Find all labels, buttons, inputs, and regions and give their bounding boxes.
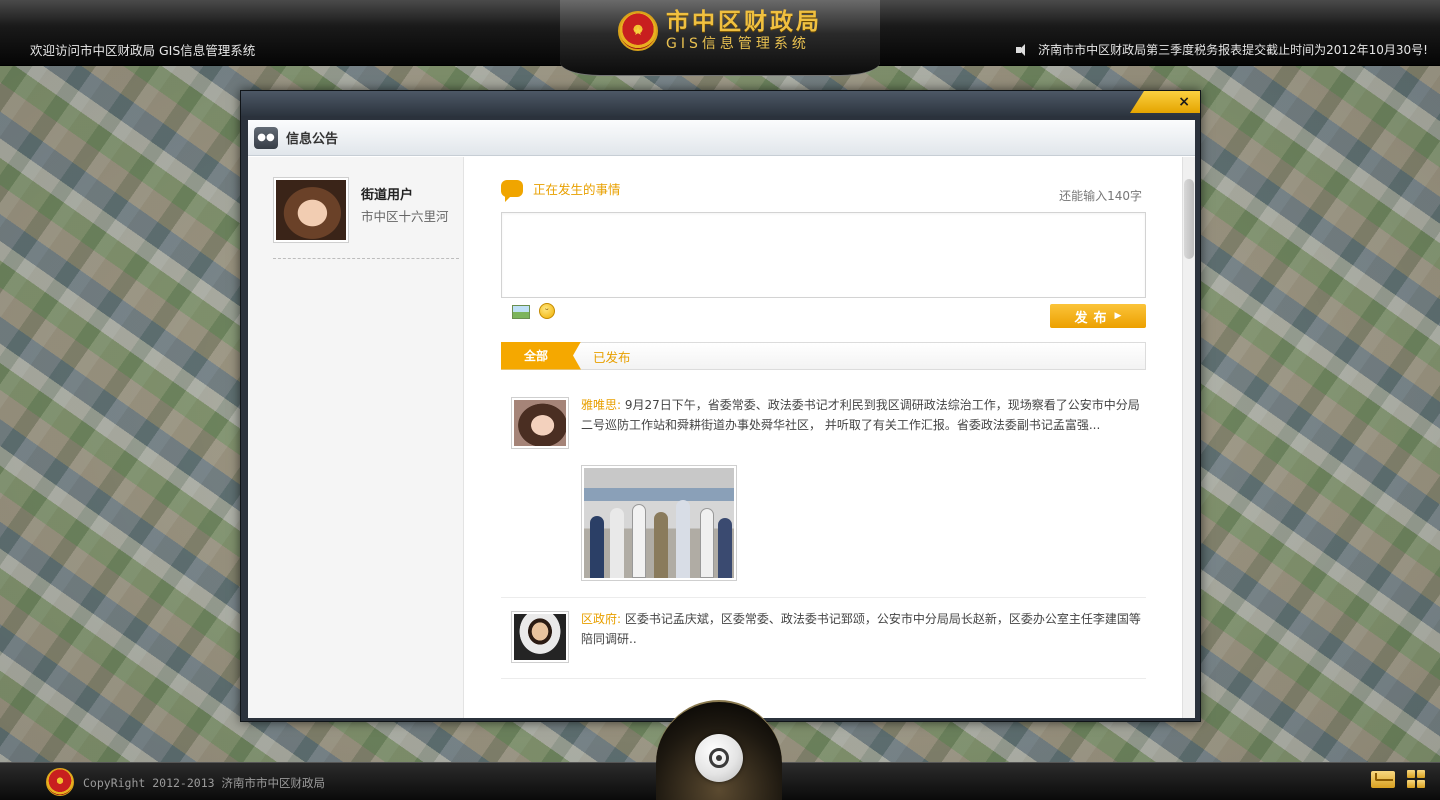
target-icon — [709, 748, 729, 768]
user-avatar[interactable] — [273, 177, 349, 243]
user-profile: 街道用户 市中区十六里河 — [273, 177, 459, 259]
insert-image-icon[interactable] — [512, 305, 530, 319]
notice-marquee[interactable]: 济南市市中区财政局第三季度税务报表提交截止时间为2012年10月30号! — [1016, 41, 1428, 58]
emoji-icon[interactable]: ᵕ — [539, 303, 555, 319]
info-dialog: × ●● 信息公告 街道用户 市中区十六里河 正在发生的事情 还能输入140字 … — [240, 90, 1201, 722]
user-area: 市中区十六里河 — [361, 209, 449, 224]
feed-item: 雅唯思: 9月27日下午，省委常委、政法委书记才利民到我区调研政法综治工作，现场… — [501, 385, 1146, 598]
tab-published[interactable]: 已发布 — [593, 347, 631, 366]
scrollbar[interactable] — [1182, 157, 1195, 718]
speaker-icon[interactable] — [1016, 43, 1032, 56]
brand-title: 市中区财政局 — [666, 8, 822, 35]
close-icon[interactable]: × — [1178, 95, 1190, 109]
publish-button[interactable]: 发布 ▶ — [1050, 304, 1146, 328]
feed-author[interactable]: 雅唯思: — [581, 398, 621, 412]
feed-photo[interactable] — [581, 465, 737, 581]
feed-text: 区政府: 区委书记孟庆斌，区委常委、政法委书记郅颂，公安市中分局局长赵新，区委办… — [581, 609, 1146, 649]
panel-title: 信息公告 — [286, 132, 339, 147]
dialog-body: ●● 信息公告 街道用户 市中区十六里河 正在发生的事情 还能输入140字 ᵕ … — [248, 120, 1195, 718]
feed-item: 区政府: 区委书记孟庆斌，区委常委、政法委书记郅颂，公安市中分局局长赵新，区委办… — [501, 599, 1146, 679]
feed-author[interactable]: 区政府: — [581, 612, 621, 626]
arrow-right-icon: ▶ — [1114, 311, 1122, 321]
top-header: 欢迎访问市中区财政局 GIS信息管理系统 ★ 市中区财政局 GIS信息管理系统 … — [0, 0, 1440, 76]
main-content: 正在发生的事情 还能输入140字 ᵕ 发布 ▶ 全部 已发布 雅唯思: 9月27… — [465, 157, 1182, 718]
feed-text: 雅唯思: 9月27日下午，省委常委、政法委书记才利民到我区调研政法综治工作，现场… — [581, 395, 1146, 435]
feed-content: 区委书记孟庆斌，区委常委、政法委书记郅颂，公安市中分局局长赵新，区委办公室主任李… — [581, 612, 1141, 646]
compose-input[interactable] — [501, 212, 1146, 298]
mail-icon[interactable] — [1371, 771, 1395, 788]
feed-tabs: 全部 已发布 — [501, 341, 1146, 370]
footer-emblem-icon — [46, 768, 74, 796]
dialog-titlebar: × — [241, 91, 1200, 116]
feed-content: 9月27日下午，省委常委、政法委书记才利民到我区调研政法综治工作，现场察看了公安… — [581, 398, 1140, 432]
compose-label: 正在发生的事情 — [533, 182, 621, 197]
locate-button[interactable] — [695, 734, 743, 782]
scroll-thumb[interactable] — [1184, 179, 1194, 259]
notice-text: 济南市市中区财政局第三季度税务报表提交截止时间为2012年10月30号! — [1038, 43, 1428, 57]
compose-header: 正在发生的事情 — [501, 179, 621, 202]
feed-avatar[interactable] — [511, 397, 569, 449]
user-name: 街道用户 — [361, 188, 414, 203]
speech-bubble-icon — [501, 180, 523, 202]
panel-header: ●● 信息公告 — [248, 120, 1195, 156]
char-count: 还能输入140字 — [1059, 189, 1142, 203]
brand-logo: ★ 市中区财政局 GIS信息管理系统 — [618, 10, 822, 51]
copyright-text: CopyRight 2012-2013 济南市市中区财政局 — [83, 776, 325, 790]
tab-all[interactable]: 全部 — [501, 341, 581, 370]
grid-menu-icon[interactable] — [1407, 770, 1425, 788]
publish-label: 发布 — [1074, 310, 1113, 326]
chat-bubbles-icon: ●● — [254, 126, 278, 149]
welcome-text: 欢迎访问市中区财政局 GIS信息管理系统 — [30, 43, 256, 58]
brand-subtitle: GIS信息管理系统 — [666, 36, 810, 52]
national-emblem-icon: ★ — [618, 10, 658, 51]
user-sidebar: 街道用户 市中区十六里河 — [248, 157, 464, 718]
close-button[interactable]: × — [1130, 91, 1200, 113]
feed-avatar[interactable] — [511, 611, 569, 663]
